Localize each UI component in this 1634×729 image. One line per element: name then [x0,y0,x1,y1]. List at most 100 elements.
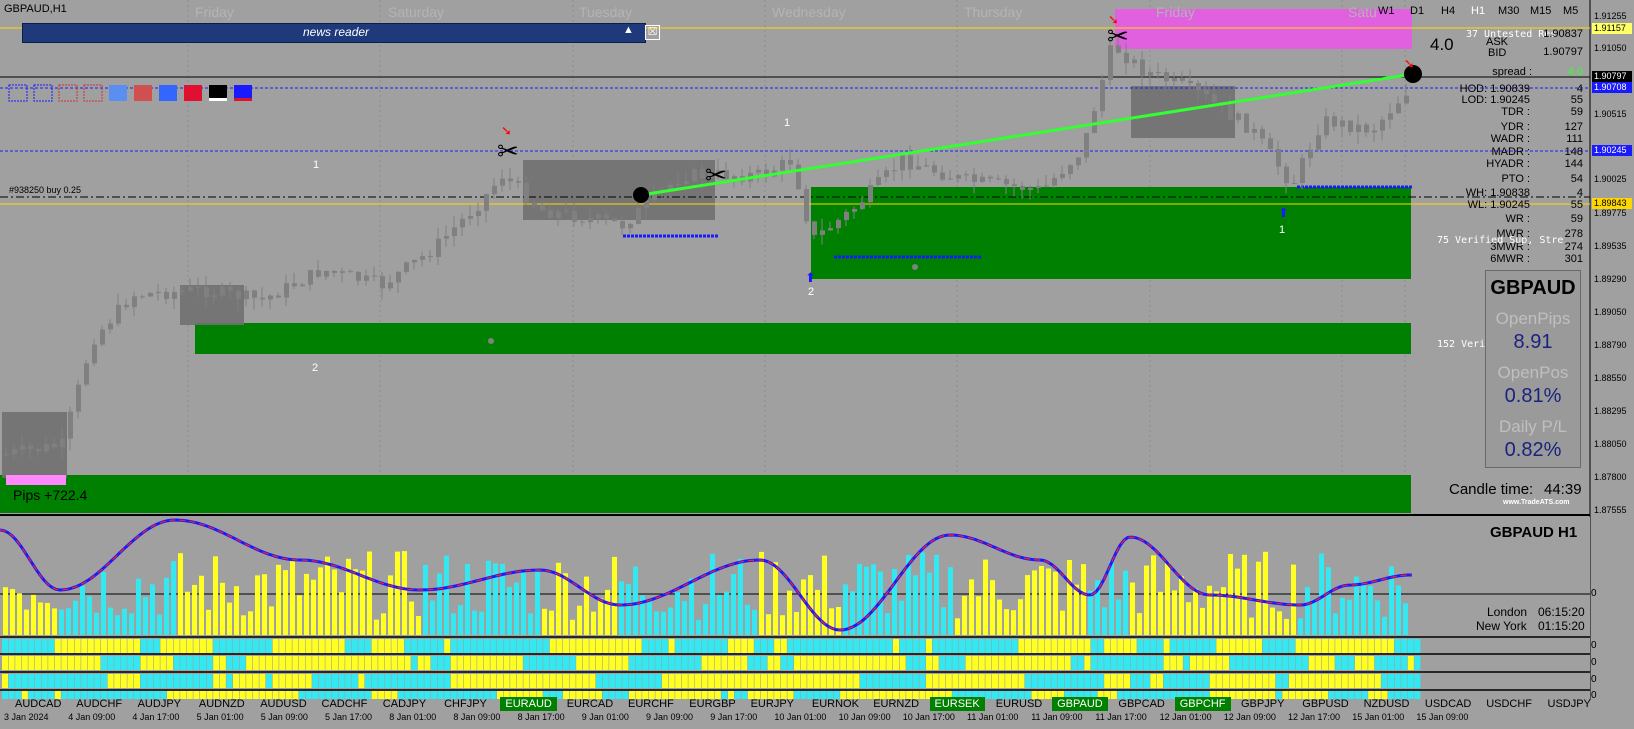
ribbon-cell [1328,674,1335,688]
ribbon-cell [582,674,589,688]
ribbon-cell [134,674,140,688]
ribbon-cell [866,656,873,670]
timeframe-h1[interactable]: H1 [1471,5,1485,17]
ribbon-cell [728,674,734,688]
candle-body [500,178,505,186]
histogram-bar [234,586,239,635]
candle-body [1012,184,1017,186]
swing-number: 2 [808,286,815,298]
ribbon-cell [186,656,193,670]
pair-tab-usdcad[interactable]: USDCAD [1420,697,1476,711]
ribbon-cell [285,674,292,688]
ribbon-cell [576,639,583,653]
ribbon-cell [1381,639,1388,653]
pair-tab-gbpjpy[interactable]: GBPJPY [1236,697,1289,711]
ribbon-cell [48,656,55,670]
collapse-arrow-icon[interactable]: ▲ [623,24,634,36]
pair-tab-usdchf[interactable]: USDCHF [1481,697,1537,711]
ribbon-cell [477,674,484,688]
timeframe-d1[interactable]: D1 [1410,5,1424,17]
timeframe-m15[interactable]: M15 [1530,5,1551,17]
price-chart[interactable]: ✂✂✂ ➘➘➘ ⬆⬆ [0,0,1634,729]
chart-title: GBPAUD,H1 [4,3,67,15]
pair-tab-gbpchf[interactable]: GBPCHF [1174,697,1231,711]
ribbon-cell [219,639,226,653]
pair-tab-nzdusd[interactable]: NZDUSD [1359,697,1415,711]
histogram-bar [724,591,729,635]
ribbon-cell [615,656,622,670]
price-tag: 1.91157 [1592,23,1632,34]
pair-tab-chfjpy[interactable]: CHFJPY [439,697,492,711]
daily-pl-label: Daily P/L [1498,417,1568,436]
candle-body [428,256,433,258]
ribbon-cell [1018,674,1025,688]
ribbon-cell [774,639,781,653]
candle-body [92,344,97,364]
pair-tab-audcad[interactable]: AUDCAD [10,697,66,711]
pair-tab-eurgbp[interactable]: EURGBP [684,697,740,711]
pair-tab-eursek[interactable]: EURSEK [929,697,985,711]
ribbon-cell [747,639,754,653]
ribbon-cell [431,691,437,699]
ribbon-cell [563,674,569,688]
pair-tab-audnzd[interactable]: AUDNZD [194,697,250,711]
pair-tab-gbpusd[interactable]: GBPUSD [1297,697,1353,711]
ribbon-cell [906,674,913,688]
ribbon-cell [1282,656,1289,670]
ribbon-cell [642,656,649,670]
ribbon-cell [648,656,655,670]
spread-big: 4.0 [1430,35,1454,54]
pair-tab-eurnok[interactable]: EURNOK [807,697,864,711]
ribbon-cell [21,674,28,688]
pair-tab-audusd[interactable]: AUDUSD [255,697,311,711]
ribbon-cell [28,656,35,670]
histogram-bar [1305,587,1310,635]
timeframe-m30[interactable]: M30 [1498,5,1519,17]
ribbon-cell [233,639,239,653]
ribbon-cell [886,674,893,688]
pair-tab-eurjpy[interactable]: EURJPY [746,697,799,711]
ribbon-cell [549,674,556,688]
ribbon-cell [761,639,767,653]
pair-tab-eurcad[interactable]: EURCAD [562,697,618,711]
pair-tab-eurnzd[interactable]: EURNZD [868,697,924,711]
close-icon[interactable]: ☒ [645,25,660,40]
daily-pl-value: 0.82% [1504,439,1562,461]
ribbon-cell [114,656,121,670]
histogram-bar [885,613,890,635]
pair-tab-eurchf[interactable]: EURCHF [623,697,679,711]
candle-body [812,221,817,235]
pair-tab-gbpcad[interactable]: GBPCAD [1113,697,1169,711]
ribbon-cell [351,639,358,653]
ribbon-cell [1031,674,1038,688]
ribbon-cell [1223,674,1229,688]
pair-tab-cadjpy[interactable]: CADJPY [378,697,431,711]
histogram-bar [1081,564,1086,635]
ribbon-cell [404,639,411,653]
news-reader-bar[interactable]: news reader ▲ ☒ [22,23,660,43]
pair-tab-euraud[interactable]: EURAUD [500,697,557,711]
ribbon-cell [886,639,893,653]
candle-body [300,284,305,287]
ribbon-cell [1117,639,1124,653]
ribbon-cell [1011,674,1018,688]
ribbon-cell [299,656,305,670]
ribbon-cell [1150,656,1157,670]
timeframe-h4[interactable]: H4 [1441,5,1455,17]
pair-tab-cadchf[interactable]: CADCHF [317,697,373,711]
pair-tab-audjpy[interactable]: AUDJPY [133,697,186,711]
pair-tab-gbpaud[interactable]: GBPAUD [1052,697,1108,711]
ribbon-cell [1137,639,1144,653]
timeframe-w1[interactable]: W1 [1378,5,1395,17]
ribbon-cell [285,656,292,670]
candle-body [132,296,137,308]
pair-tab-usdjpy[interactable]: USDJPY [1543,697,1596,711]
histogram-bar [962,595,967,635]
verified-sup-label: 75 Verified Sup, Stre [1437,235,1564,246]
candle-body [212,295,217,298]
order-label[interactable]: #938250 buy 0.25 [9,185,81,195]
timeframe-m5[interactable]: M5 [1563,5,1578,17]
pair-tab-audchf[interactable]: AUDCHF [71,697,127,711]
ribbon-cell [906,656,913,670]
pair-tab-eurusd[interactable]: EURUSD [991,697,1047,711]
